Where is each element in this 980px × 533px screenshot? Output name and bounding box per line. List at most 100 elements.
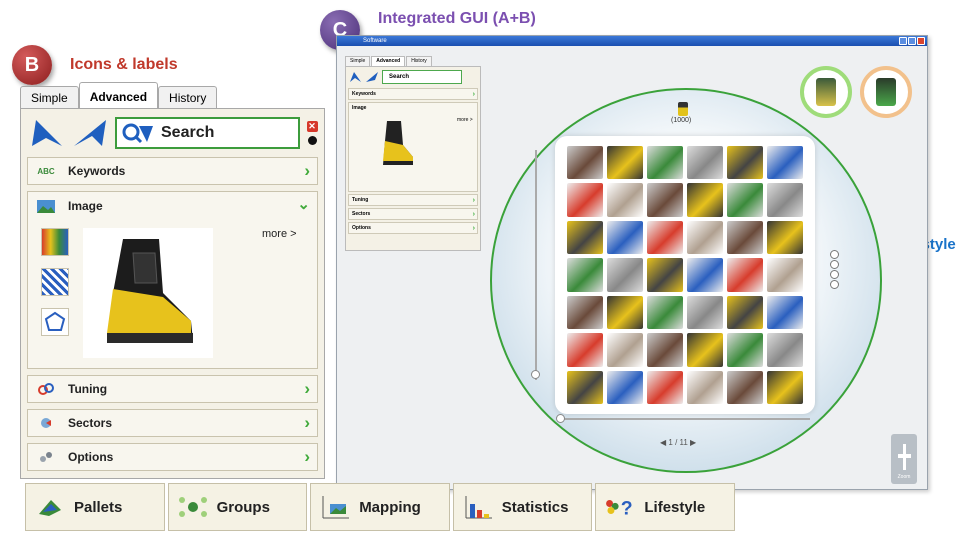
row-sectors[interactable]: Sectors › bbox=[27, 409, 318, 437]
tab-history[interactable]: History bbox=[158, 86, 218, 108]
horizontal-slider-handle[interactable] bbox=[556, 414, 565, 423]
close-icon[interactable] bbox=[917, 37, 925, 45]
row-options[interactable]: Options › bbox=[27, 443, 318, 471]
pallets-button[interactable]: Pallets bbox=[25, 483, 165, 531]
pager: ◀ 1 / 11 ▶ bbox=[660, 438, 696, 447]
search-button[interactable]: Search bbox=[115, 117, 300, 149]
result-thumbnail[interactable] bbox=[727, 370, 763, 404]
result-thumbnail[interactable] bbox=[647, 183, 683, 217]
result-thumbnail[interactable] bbox=[647, 258, 683, 292]
mapping-button[interactable]: Mapping bbox=[310, 483, 450, 531]
row-keywords[interactable]: ABC Keywords › bbox=[27, 157, 318, 185]
shape-icon[interactable] bbox=[41, 308, 69, 336]
result-thumbnail[interactable] bbox=[567, 295, 603, 330]
mini-tab-advanced[interactable]: Advanced bbox=[371, 56, 406, 66]
mini-search-button[interactable]: Search bbox=[382, 70, 462, 84]
chevron-right-icon: › bbox=[304, 413, 310, 432]
result-thumbnail[interactable] bbox=[567, 220, 603, 255]
result-thumbnail[interactable] bbox=[727, 258, 763, 292]
prev-page-icon[interactable]: ◀ bbox=[660, 438, 666, 447]
mini-back-arrow-icon[interactable] bbox=[348, 71, 362, 83]
statistics-button[interactable]: Statistics bbox=[452, 483, 593, 531]
result-thumbnail[interactable] bbox=[647, 295, 683, 330]
more-link[interactable]: more > bbox=[262, 228, 297, 240]
result-thumbnail[interactable] bbox=[607, 258, 643, 292]
result-thumbnail[interactable] bbox=[767, 295, 803, 330]
mini-more-link[interactable]: more > bbox=[457, 117, 473, 123]
back-arrow-icon bbox=[32, 120, 62, 146]
texture-icon[interactable] bbox=[41, 268, 69, 296]
result-thumbnail[interactable] bbox=[607, 295, 643, 330]
result-thumbnail[interactable] bbox=[767, 370, 803, 404]
result-thumbnail[interactable] bbox=[567, 183, 603, 217]
result-thumbnail[interactable] bbox=[687, 146, 723, 180]
result-thumbnail[interactable] bbox=[687, 333, 723, 367]
result-thumbnail[interactable] bbox=[567, 258, 603, 292]
profile-bubble-1[interactable] bbox=[800, 66, 852, 118]
color-palette-icon[interactable] bbox=[41, 228, 69, 256]
result-thumbnail[interactable] bbox=[607, 146, 643, 180]
result-thumbnail[interactable] bbox=[767, 220, 803, 255]
result-thumbnail[interactable] bbox=[567, 333, 603, 367]
mini-row-sectors[interactable]: Sectors › bbox=[348, 208, 478, 220]
zoom-control[interactable]: Zoom bbox=[891, 434, 917, 484]
result-thumbnail[interactable] bbox=[727, 146, 763, 180]
groups-button[interactable]: Groups bbox=[167, 483, 308, 531]
vertical-slider[interactable] bbox=[535, 150, 537, 380]
result-thumbnail[interactable] bbox=[767, 333, 803, 367]
profile-bubble-2[interactable] bbox=[860, 66, 912, 118]
mini-row-label: Tuning bbox=[352, 197, 369, 203]
query-image[interactable] bbox=[83, 228, 213, 358]
result-thumbnail[interactable] bbox=[567, 370, 603, 404]
result-thumbnail[interactable] bbox=[687, 370, 723, 404]
horizontal-slider[interactable] bbox=[560, 418, 810, 420]
mini-row-tuning[interactable]: Tuning › bbox=[348, 194, 478, 206]
forward-button[interactable] bbox=[71, 117, 109, 149]
rotate-icon[interactable] bbox=[830, 270, 839, 279]
mini-forward-arrow-icon[interactable] bbox=[365, 71, 379, 83]
mini-tab-history[interactable]: History bbox=[406, 56, 432, 66]
clear-icon[interactable]: ✕ bbox=[306, 121, 318, 132]
image-section-header[interactable]: Image ⌄ bbox=[28, 192, 317, 220]
mini-row-options[interactable]: Options › bbox=[348, 222, 478, 234]
next-page-icon[interactable]: ▶ bbox=[690, 438, 696, 447]
sphere-side-controls bbox=[830, 250, 839, 289]
record-icon[interactable] bbox=[307, 136, 317, 145]
result-thumbnail[interactable] bbox=[767, 258, 803, 292]
result-thumbnail[interactable] bbox=[607, 183, 643, 217]
query-boot-icon bbox=[678, 102, 688, 116]
result-thumbnail[interactable] bbox=[647, 370, 683, 404]
tab-simple[interactable]: Simple bbox=[20, 86, 79, 108]
mini-tab-simple[interactable]: Simple bbox=[345, 56, 371, 66]
result-thumbnail[interactable] bbox=[607, 220, 643, 255]
result-thumbnail[interactable] bbox=[647, 146, 683, 180]
maximize-icon[interactable] bbox=[908, 37, 916, 45]
result-thumbnail[interactable] bbox=[607, 370, 643, 404]
vertical-slider-handle[interactable] bbox=[531, 370, 540, 379]
back-button[interactable] bbox=[27, 117, 65, 149]
rotate-icon[interactable] bbox=[830, 260, 839, 269]
result-thumbnail[interactable] bbox=[567, 146, 603, 180]
result-thumbnail[interactable] bbox=[727, 220, 763, 255]
result-thumbnail[interactable] bbox=[687, 183, 723, 217]
lifestyle-button[interactable]: ? Lifestyle bbox=[595, 483, 735, 531]
result-thumbnail[interactable] bbox=[687, 295, 723, 330]
tab-advanced[interactable]: Advanced bbox=[78, 82, 159, 108]
result-thumbnail[interactable] bbox=[647, 220, 683, 255]
minimize-icon[interactable] bbox=[899, 37, 907, 45]
rotate-icon[interactable] bbox=[830, 280, 839, 289]
result-thumbnail[interactable] bbox=[647, 333, 683, 367]
row-tuning[interactable]: Tuning › bbox=[27, 375, 318, 403]
result-thumbnail[interactable] bbox=[607, 333, 643, 367]
result-thumbnail[interactable] bbox=[767, 146, 803, 180]
result-thumbnail[interactable] bbox=[687, 258, 723, 292]
result-thumbnail[interactable] bbox=[687, 220, 723, 255]
result-thumbnail[interactable] bbox=[727, 183, 763, 217]
result-thumbnail[interactable] bbox=[767, 183, 803, 217]
zoom-slider[interactable] bbox=[897, 444, 911, 470]
result-thumbnail[interactable] bbox=[727, 295, 763, 330]
rotate-icon[interactable] bbox=[830, 250, 839, 259]
mini-row-keywords[interactable]: Keywords › bbox=[348, 88, 478, 100]
result-thumbnail[interactable] bbox=[727, 333, 763, 367]
mini-tabs: Simple Advanced History bbox=[345, 56, 481, 66]
